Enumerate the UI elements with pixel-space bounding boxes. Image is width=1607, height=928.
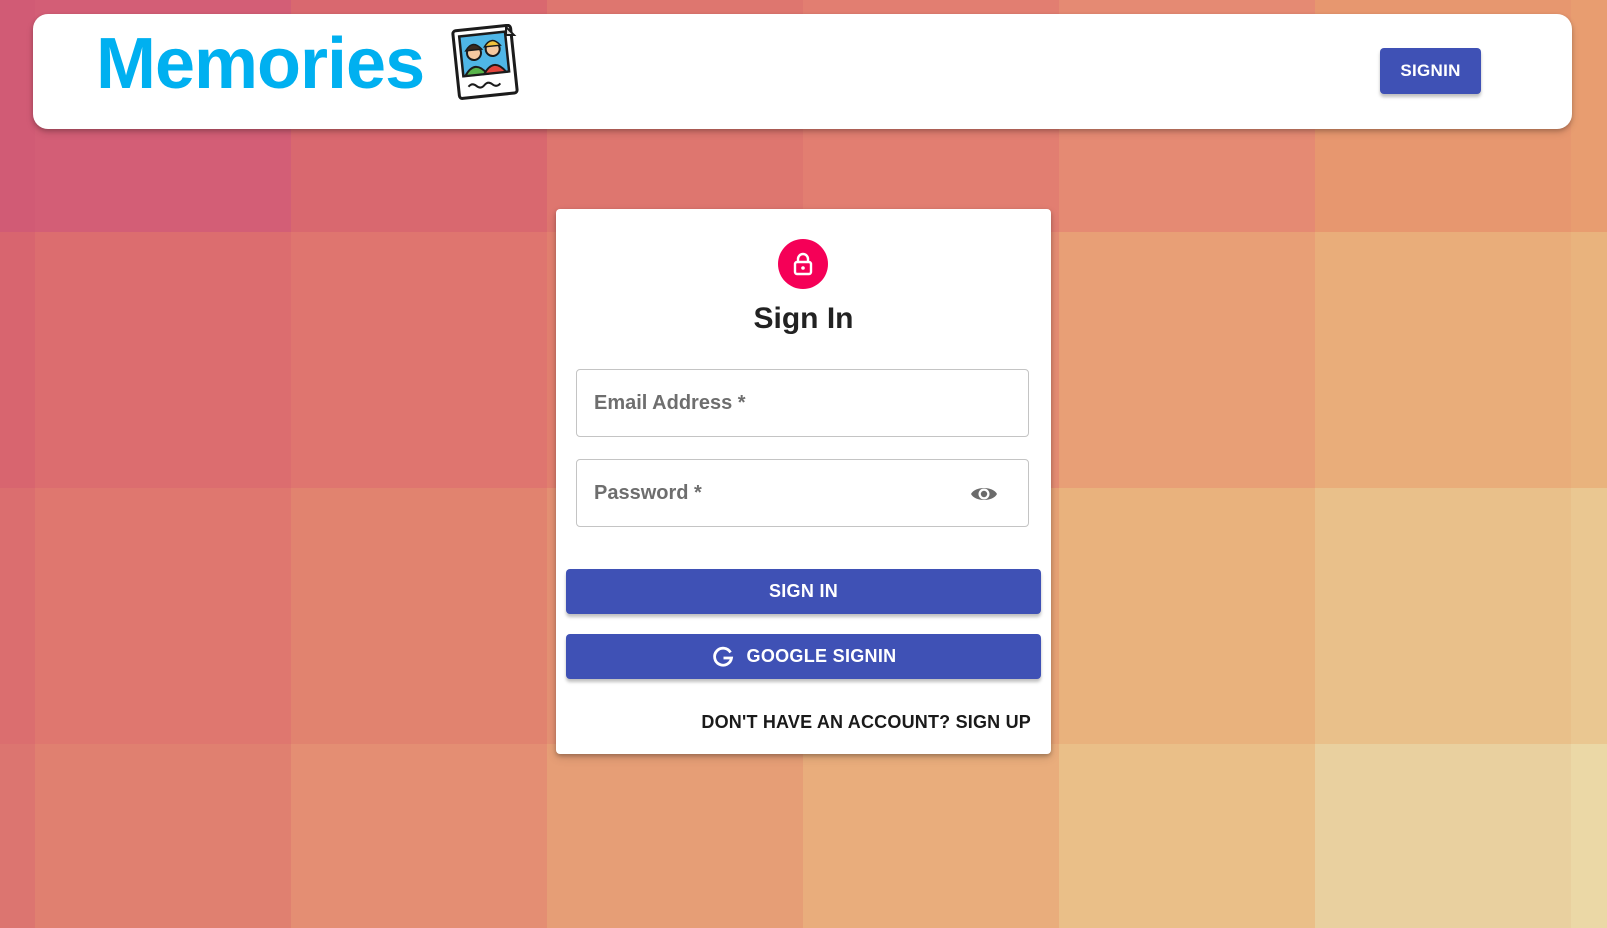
background-tile	[35, 744, 291, 928]
background-tile	[1059, 744, 1315, 928]
google-signin-label: GOOGLE SIGNIN	[746, 646, 897, 666]
background-tile	[1315, 488, 1571, 744]
background-tile	[1571, 744, 1607, 928]
google-g-icon	[711, 645, 735, 669]
visibility-eye-icon[interactable]	[970, 482, 998, 506]
google-signin-button[interactable]: GOOGLE SIGNIN	[566, 634, 1041, 679]
background-tile	[1571, 232, 1607, 488]
background-tile	[0, 488, 35, 744]
background-tile	[0, 744, 35, 928]
signin-button[interactable]: SIGN IN	[566, 569, 1041, 614]
background-tile	[291, 488, 547, 744]
background-tile	[0, 0, 35, 232]
background-tile	[1315, 232, 1571, 488]
background-tile	[1315, 744, 1571, 928]
email-field	[576, 369, 1029, 437]
signin-button-label: SIGN IN	[768, 581, 839, 601]
background-tile	[1571, 488, 1607, 744]
background-tile	[547, 744, 803, 928]
background-tile	[291, 232, 547, 488]
password-input[interactable]	[577, 460, 1028, 526]
background-tile	[1059, 232, 1315, 488]
page-title: Sign In	[753, 302, 854, 335]
background-tile	[35, 488, 291, 744]
header-signin-button[interactable]: SIGNIN	[1380, 48, 1481, 94]
background-tile	[291, 744, 547, 928]
background-tile	[35, 232, 291, 488]
signin-card: Sign In SIGN IN GOOGLE SIGNIN DON'T HAVE…	[556, 209, 1051, 754]
email-input[interactable]	[577, 370, 1028, 436]
lock-icon	[778, 239, 828, 289]
background-tile	[803, 744, 1059, 928]
brand-title: Memories	[96, 24, 425, 104]
background-tile	[0, 232, 35, 488]
app-header: Memories SIGNIN	[33, 14, 1572, 129]
background-tile	[1571, 0, 1607, 232]
brand: Memories	[96, 23, 520, 104]
signup-link[interactable]: DON'T HAVE AN ACCOUNT? SIGN UP	[701, 712, 1031, 733]
background-tile	[1059, 488, 1315, 744]
photo-memories-icon	[448, 23, 520, 100]
password-field	[576, 459, 1029, 527]
